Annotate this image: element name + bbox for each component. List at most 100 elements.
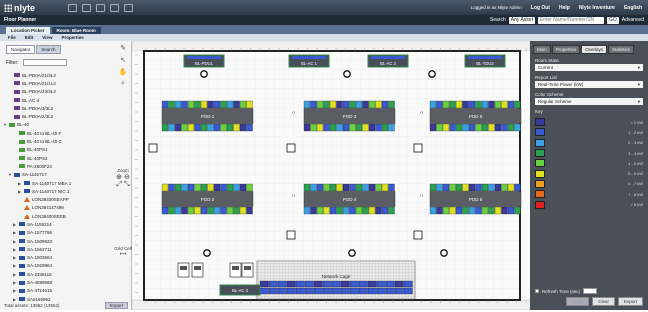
rack[interactable]: [501, 206, 508, 215]
rack[interactable]: [388, 123, 395, 132]
expand-icon[interactable]: ▼: [8, 172, 12, 177]
rack[interactable]: [394, 280, 404, 288]
rack[interactable]: [403, 280, 413, 288]
rack[interactable]: [507, 183, 515, 192]
rack[interactable]: [349, 183, 356, 192]
help-link[interactable]: Help: [559, 5, 570, 11]
rack[interactable]: [168, 100, 175, 109]
rack[interactable]: [507, 100, 515, 109]
rack[interactable]: [367, 280, 377, 288]
rack[interactable]: [303, 100, 311, 109]
menu-file[interactable]: File: [8, 35, 16, 40]
tree-item[interactable]: ▼ BL-40: [3, 121, 131, 129]
rack[interactable]: [303, 123, 311, 132]
rack[interactable]: [220, 183, 227, 192]
rack[interactable]: [168, 183, 175, 192]
rack[interactable]: [194, 206, 201, 215]
rack[interactable]: [355, 123, 363, 132]
rack[interactable]: [362, 123, 369, 132]
rack[interactable]: [368, 123, 376, 132]
refresh-time-input[interactable]: [583, 288, 598, 294]
rack[interactable]: [336, 206, 343, 215]
tree-item[interactable]: BL-40PS2: [3, 154, 131, 162]
rack[interactable]: [310, 100, 317, 109]
rack[interactable]: [246, 206, 253, 215]
rack[interactable]: [233, 100, 240, 109]
rack[interactable]: [233, 183, 240, 192]
rack[interactable]: [468, 206, 476, 215]
rack[interactable]: [168, 206, 175, 215]
rack[interactable]: [161, 100, 169, 109]
rack[interactable]: [429, 100, 437, 109]
rack[interactable]: [349, 280, 359, 288]
home-icon[interactable]: [68, 3, 77, 12]
rack[interactable]: [277, 280, 287, 288]
rack[interactable]: [494, 206, 502, 215]
room-state-select[interactable]: Current ▾: [535, 64, 643, 71]
expand-icon[interactable]: ▶: [13, 263, 17, 268]
floor-plan-canvas[interactable]: POD 1 POD 3 POD 5 POD 2 POD 4 POD 6 BL-PDU1 BL-…: [131, 40, 531, 311]
rack[interactable]: [481, 123, 489, 132]
rack[interactable]: [259, 280, 269, 288]
search-scope-select[interactable]: Any Asset: [508, 16, 535, 24]
pencil-icon[interactable]: ✎: [120, 44, 126, 52]
rack[interactable]: [310, 206, 317, 215]
rack[interactable]: [388, 100, 395, 109]
rack[interactable]: [200, 183, 208, 192]
rack[interactable]: [475, 100, 482, 109]
rack[interactable]: [329, 123, 337, 132]
rack[interactable]: [220, 100, 227, 109]
rack[interactable]: [501, 100, 508, 109]
rack[interactable]: [194, 123, 201, 132]
rack[interactable]: [220, 206, 227, 215]
expand-icon[interactable]: ▶: [18, 181, 22, 186]
clear-button[interactable]: Clear: [592, 297, 615, 306]
language-link[interactable]: English: [624, 5, 642, 11]
rack[interactable]: [181, 206, 188, 215]
report-select[interactable]: Real-Time Power (kW) ▾: [535, 81, 643, 88]
tab-location-picker[interactable]: Location Picker: [6, 27, 50, 34]
tree-item[interactable]: BL-PD0A/21/1L3: [3, 79, 131, 87]
rack[interactable]: [468, 100, 476, 109]
rack[interactable]: [475, 183, 482, 192]
menu-properties[interactable]: Properties: [61, 35, 83, 40]
rack[interactable]: [442, 123, 450, 132]
rack[interactable]: [313, 280, 323, 288]
rack[interactable]: [207, 183, 214, 192]
rack[interactable]: [368, 183, 376, 192]
expand-icon[interactable]: ▶: [18, 189, 22, 194]
rack[interactable]: [200, 100, 208, 109]
rack[interactable]: [220, 123, 227, 132]
rack[interactable]: [462, 123, 469, 132]
rack[interactable]: [481, 100, 489, 109]
expand-icon[interactable]: ▶: [13, 280, 17, 285]
tab-blue-room[interactable]: Room: Blue Room: [51, 27, 101, 34]
expand-icon[interactable]: ▶: [13, 272, 17, 277]
rack[interactable]: [355, 206, 363, 215]
tree-item[interactable]: ▶ SA-4714615: [3, 287, 131, 295]
rack[interactable]: [376, 287, 386, 295]
search-go-button[interactable]: GO: [606, 16, 619, 24]
rack[interactable]: [429, 183, 437, 192]
rack[interactable]: [187, 206, 195, 215]
expand-icon[interactable]: ▶: [13, 239, 17, 244]
rack[interactable]: [362, 206, 369, 215]
tree-item[interactable]: BL-40 to BL-40 F: [3, 129, 131, 137]
rack[interactable]: [286, 287, 296, 295]
rack[interactable]: [376, 280, 386, 288]
rack[interactable]: [368, 100, 376, 109]
rack[interactable]: [442, 100, 450, 109]
rack[interactable]: [475, 123, 482, 132]
rack[interactable]: [436, 206, 443, 215]
rack[interactable]: [174, 123, 182, 132]
rack[interactable]: [233, 206, 240, 215]
rack[interactable]: [340, 280, 350, 288]
rack[interactable]: [322, 287, 332, 295]
rack[interactable]: [429, 206, 437, 215]
tree-item[interactable]: ▶ SA-4599568: [3, 278, 131, 286]
rack[interactable]: [239, 123, 247, 132]
rack[interactable]: [475, 206, 482, 215]
rack[interactable]: [385, 280, 395, 288]
rack[interactable]: [468, 183, 476, 192]
apply-button[interactable]: Apply: [565, 297, 590, 306]
